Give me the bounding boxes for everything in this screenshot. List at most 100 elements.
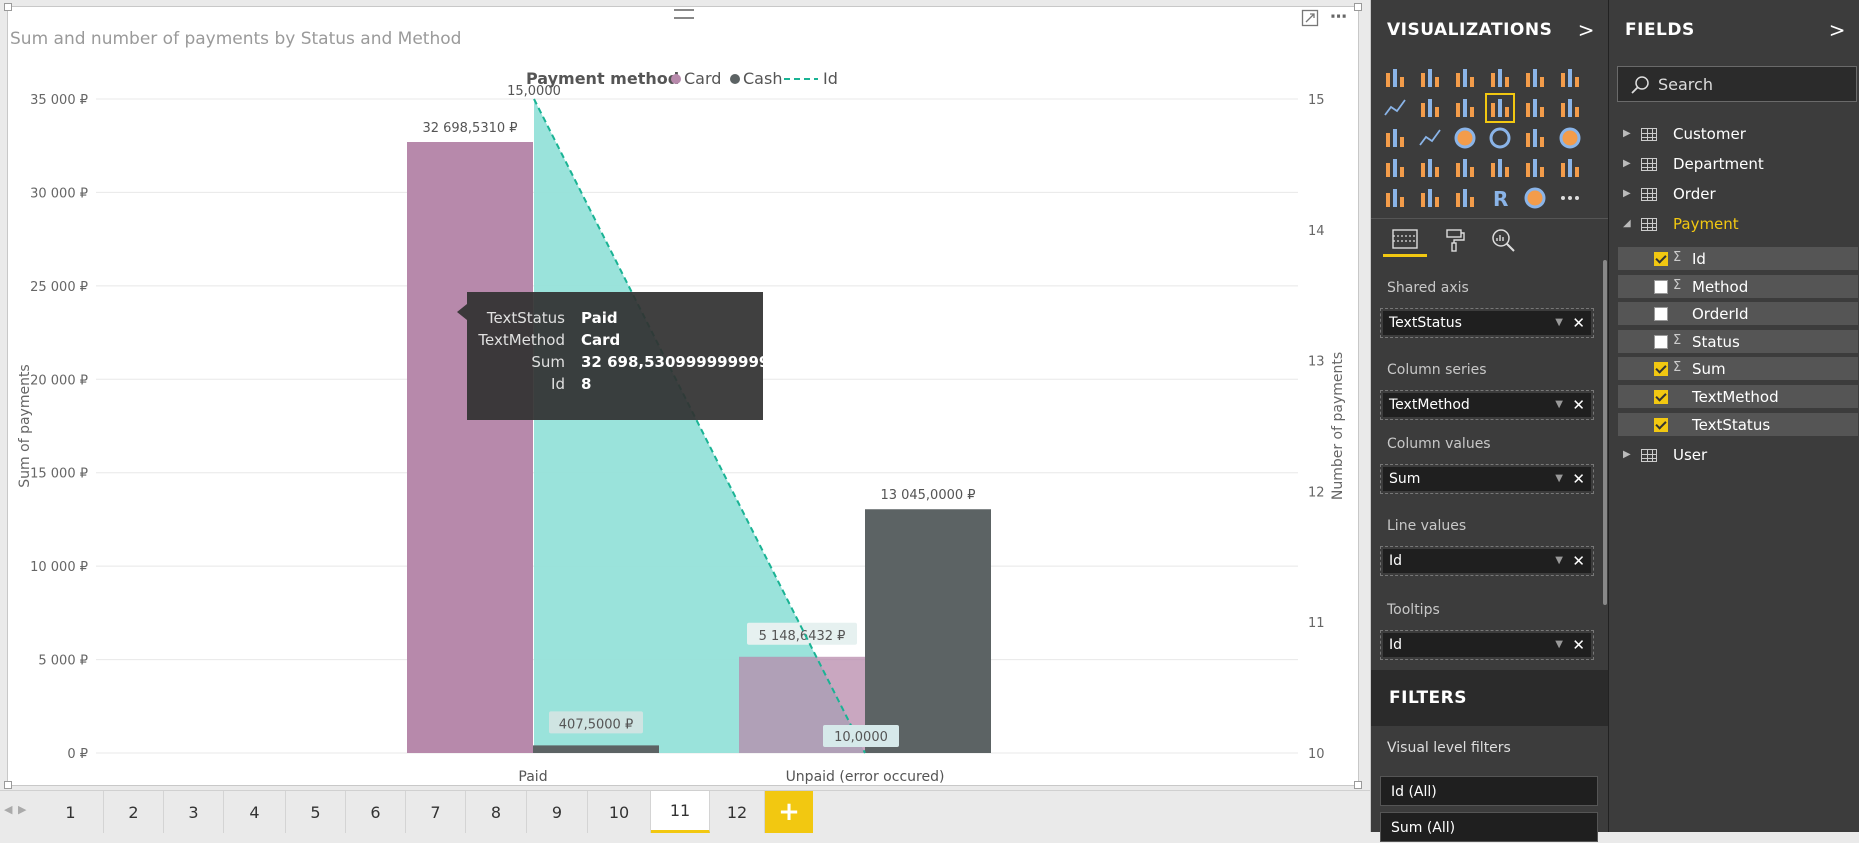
clustered-bar-icon[interactable] (1452, 65, 1478, 91)
table-order[interactable]: ▶ Order (1609, 181, 1859, 209)
map-icon[interactable] (1557, 125, 1583, 151)
expand-caret-icon[interactable]: ▶ (1623, 158, 1631, 169)
ribbon-chart-icon[interactable] (1557, 95, 1583, 121)
scatter-icon[interactable] (1417, 125, 1443, 151)
slicer-icon[interactable] (1382, 185, 1408, 211)
pie-chart-icon[interactable] (1452, 125, 1478, 151)
field-row-textstatus[interactable]: TextStatus (1618, 411, 1858, 436)
stacked-bar-icon[interactable] (1382, 65, 1408, 91)
remove-field-icon[interactable]: ✕ (1572, 311, 1585, 335)
table-department[interactable]: ▶ Department (1609, 151, 1859, 179)
field-row-status[interactable]: Σ Status (1618, 328, 1858, 353)
table-user[interactable]: ▶ User (1609, 442, 1859, 470)
multi-row-card-icon[interactable] (1522, 155, 1548, 181)
collapse-fields-icon[interactable]: > (1829, 18, 1846, 42)
table-payment[interactable]: ◢ Payment (1609, 211, 1859, 239)
stacked-area-icon[interactable] (1452, 95, 1478, 121)
line-stacked-column-icon[interactable] (1522, 95, 1548, 121)
remove-field-icon[interactable]: ✕ (1572, 549, 1585, 573)
collapse-visualizations-icon[interactable]: > (1578, 18, 1595, 42)
field-checkbox[interactable] (1654, 362, 1668, 377)
filter-card[interactable]: Id (All) (1380, 776, 1598, 806)
funnel-icon[interactable] (1417, 155, 1443, 181)
field-checkbox[interactable] (1654, 252, 1668, 266)
gauge-icon[interactable] (1452, 155, 1478, 181)
donut-chart-icon[interactable] (1487, 125, 1513, 151)
table-customer[interactable]: ▶ Customer (1609, 121, 1859, 149)
card-icon[interactable] (1487, 155, 1513, 181)
tab-scroll-right-icon[interactable]: ▶ (18, 803, 26, 816)
waterfall-icon[interactable] (1382, 125, 1408, 151)
page-tab-9[interactable]: 9 (527, 791, 588, 833)
page-tab-4[interactable]: 4 (224, 791, 286, 833)
page-tab-6[interactable]: 6 (346, 791, 406, 833)
page-tab-3[interactable]: 3 (164, 791, 224, 833)
field-well[interactable]: Sum ▼ ✕ (1380, 464, 1594, 494)
stacked-column-icon[interactable] (1417, 65, 1443, 91)
chip-dropdown-icon[interactable]: ▼ (1555, 467, 1563, 491)
field-well[interactable]: Id ▼ ✕ (1380, 630, 1594, 660)
page-tab-7[interactable]: 7 (406, 791, 466, 833)
format-tab[interactable] (1433, 223, 1477, 257)
field-row-textmethod[interactable]: TextMethod (1618, 384, 1858, 408)
expand-caret-icon[interactable]: ▶ (1623, 449, 1631, 460)
field-checkbox[interactable] (1654, 279, 1668, 294)
filter-card[interactable]: Sum (All) (1380, 812, 1598, 842)
visualizations-scrollbar[interactable] (1603, 260, 1607, 605)
field-well[interactable]: Id ▼ ✕ (1380, 546, 1594, 576)
well-field-chip[interactable]: Id ▼ ✕ (1383, 633, 1591, 657)
more-visuals-icon[interactable] (1557, 185, 1583, 211)
expand-caret-icon[interactable]: ▶ (1623, 188, 1631, 199)
tab-scroll-left-icon[interactable]: ◀ (4, 803, 12, 816)
field-well[interactable]: TextMethod ▼ ✕ (1380, 390, 1594, 420)
arcgis-icon[interactable] (1522, 185, 1548, 211)
well-field-chip[interactable]: TextStatus ▼ ✕ (1383, 311, 1591, 335)
matrix-icon[interactable] (1452, 185, 1478, 211)
fields-tab[interactable] (1383, 223, 1427, 257)
chip-dropdown-icon[interactable]: ▼ (1555, 549, 1563, 573)
line-chart-icon[interactable] (1382, 95, 1408, 121)
r-script-icon[interactable]: R (1487, 185, 1513, 211)
page-tab-11[interactable]: 11 (651, 791, 710, 833)
treemap-icon[interactable] (1522, 125, 1548, 151)
combo-chart-visual[interactable]: ⋯ Sum and number of payments by Status a… (4, 3, 1362, 789)
search-input[interactable] (1658, 73, 1848, 95)
well-field-chip[interactable]: Id ▼ ✕ (1383, 549, 1591, 573)
well-field-chip[interactable]: Sum ▼ ✕ (1383, 467, 1591, 491)
collapse-caret-icon[interactable]: ◢ (1623, 218, 1631, 229)
field-checkbox[interactable] (1654, 390, 1668, 404)
area-chart-icon[interactable] (1417, 95, 1443, 121)
page-tab-12[interactable]: 12 (710, 791, 765, 833)
well-field-chip[interactable]: TextMethod ▼ ✕ (1383, 393, 1591, 417)
expand-caret-icon[interactable]: ▶ (1623, 128, 1631, 139)
field-checkbox[interactable] (1654, 307, 1668, 322)
page-tab-2[interactable]: 2 (104, 791, 164, 833)
remove-field-icon[interactable]: ✕ (1572, 393, 1585, 417)
chip-dropdown-icon[interactable]: ▼ (1555, 311, 1563, 335)
remove-field-icon[interactable]: ✕ (1572, 633, 1585, 657)
field-search-box[interactable] (1617, 66, 1857, 102)
line-clustered-column-icon[interactable] (1485, 93, 1515, 123)
table-visual-icon[interactable] (1417, 185, 1443, 211)
add-page-button[interactable]: + (765, 791, 813, 833)
field-row-id[interactable]: Σ Id (1618, 246, 1858, 270)
filled-map-icon[interactable] (1382, 155, 1408, 181)
clustered-column-icon[interactable] (1487, 65, 1513, 91)
100-stacked-column-icon[interactable] (1557, 65, 1583, 91)
page-tab-1[interactable]: 1 (38, 791, 104, 833)
kpi-icon[interactable] (1557, 155, 1583, 181)
page-tab-10[interactable]: 10 (588, 791, 651, 833)
chip-dropdown-icon[interactable]: ▼ (1555, 393, 1563, 417)
field-row-method[interactable]: Σ Method (1618, 273, 1858, 298)
analytics-tab[interactable] (1481, 223, 1525, 257)
100-stacked-bar-icon[interactable] (1522, 65, 1548, 91)
chip-dropdown-icon[interactable]: ▼ (1555, 633, 1563, 657)
remove-field-icon[interactable]: ✕ (1572, 467, 1585, 491)
page-tab-8[interactable]: 8 (466, 791, 527, 833)
field-row-orderid[interactable]: OrderId (1618, 301, 1858, 326)
field-checkbox[interactable] (1654, 334, 1668, 349)
field-row-sum[interactable]: Σ Sum (1618, 356, 1858, 381)
field-well[interactable]: TextStatus ▼ ✕ (1380, 308, 1594, 338)
page-tab-5[interactable]: 5 (286, 791, 346, 833)
field-checkbox[interactable] (1654, 417, 1668, 432)
